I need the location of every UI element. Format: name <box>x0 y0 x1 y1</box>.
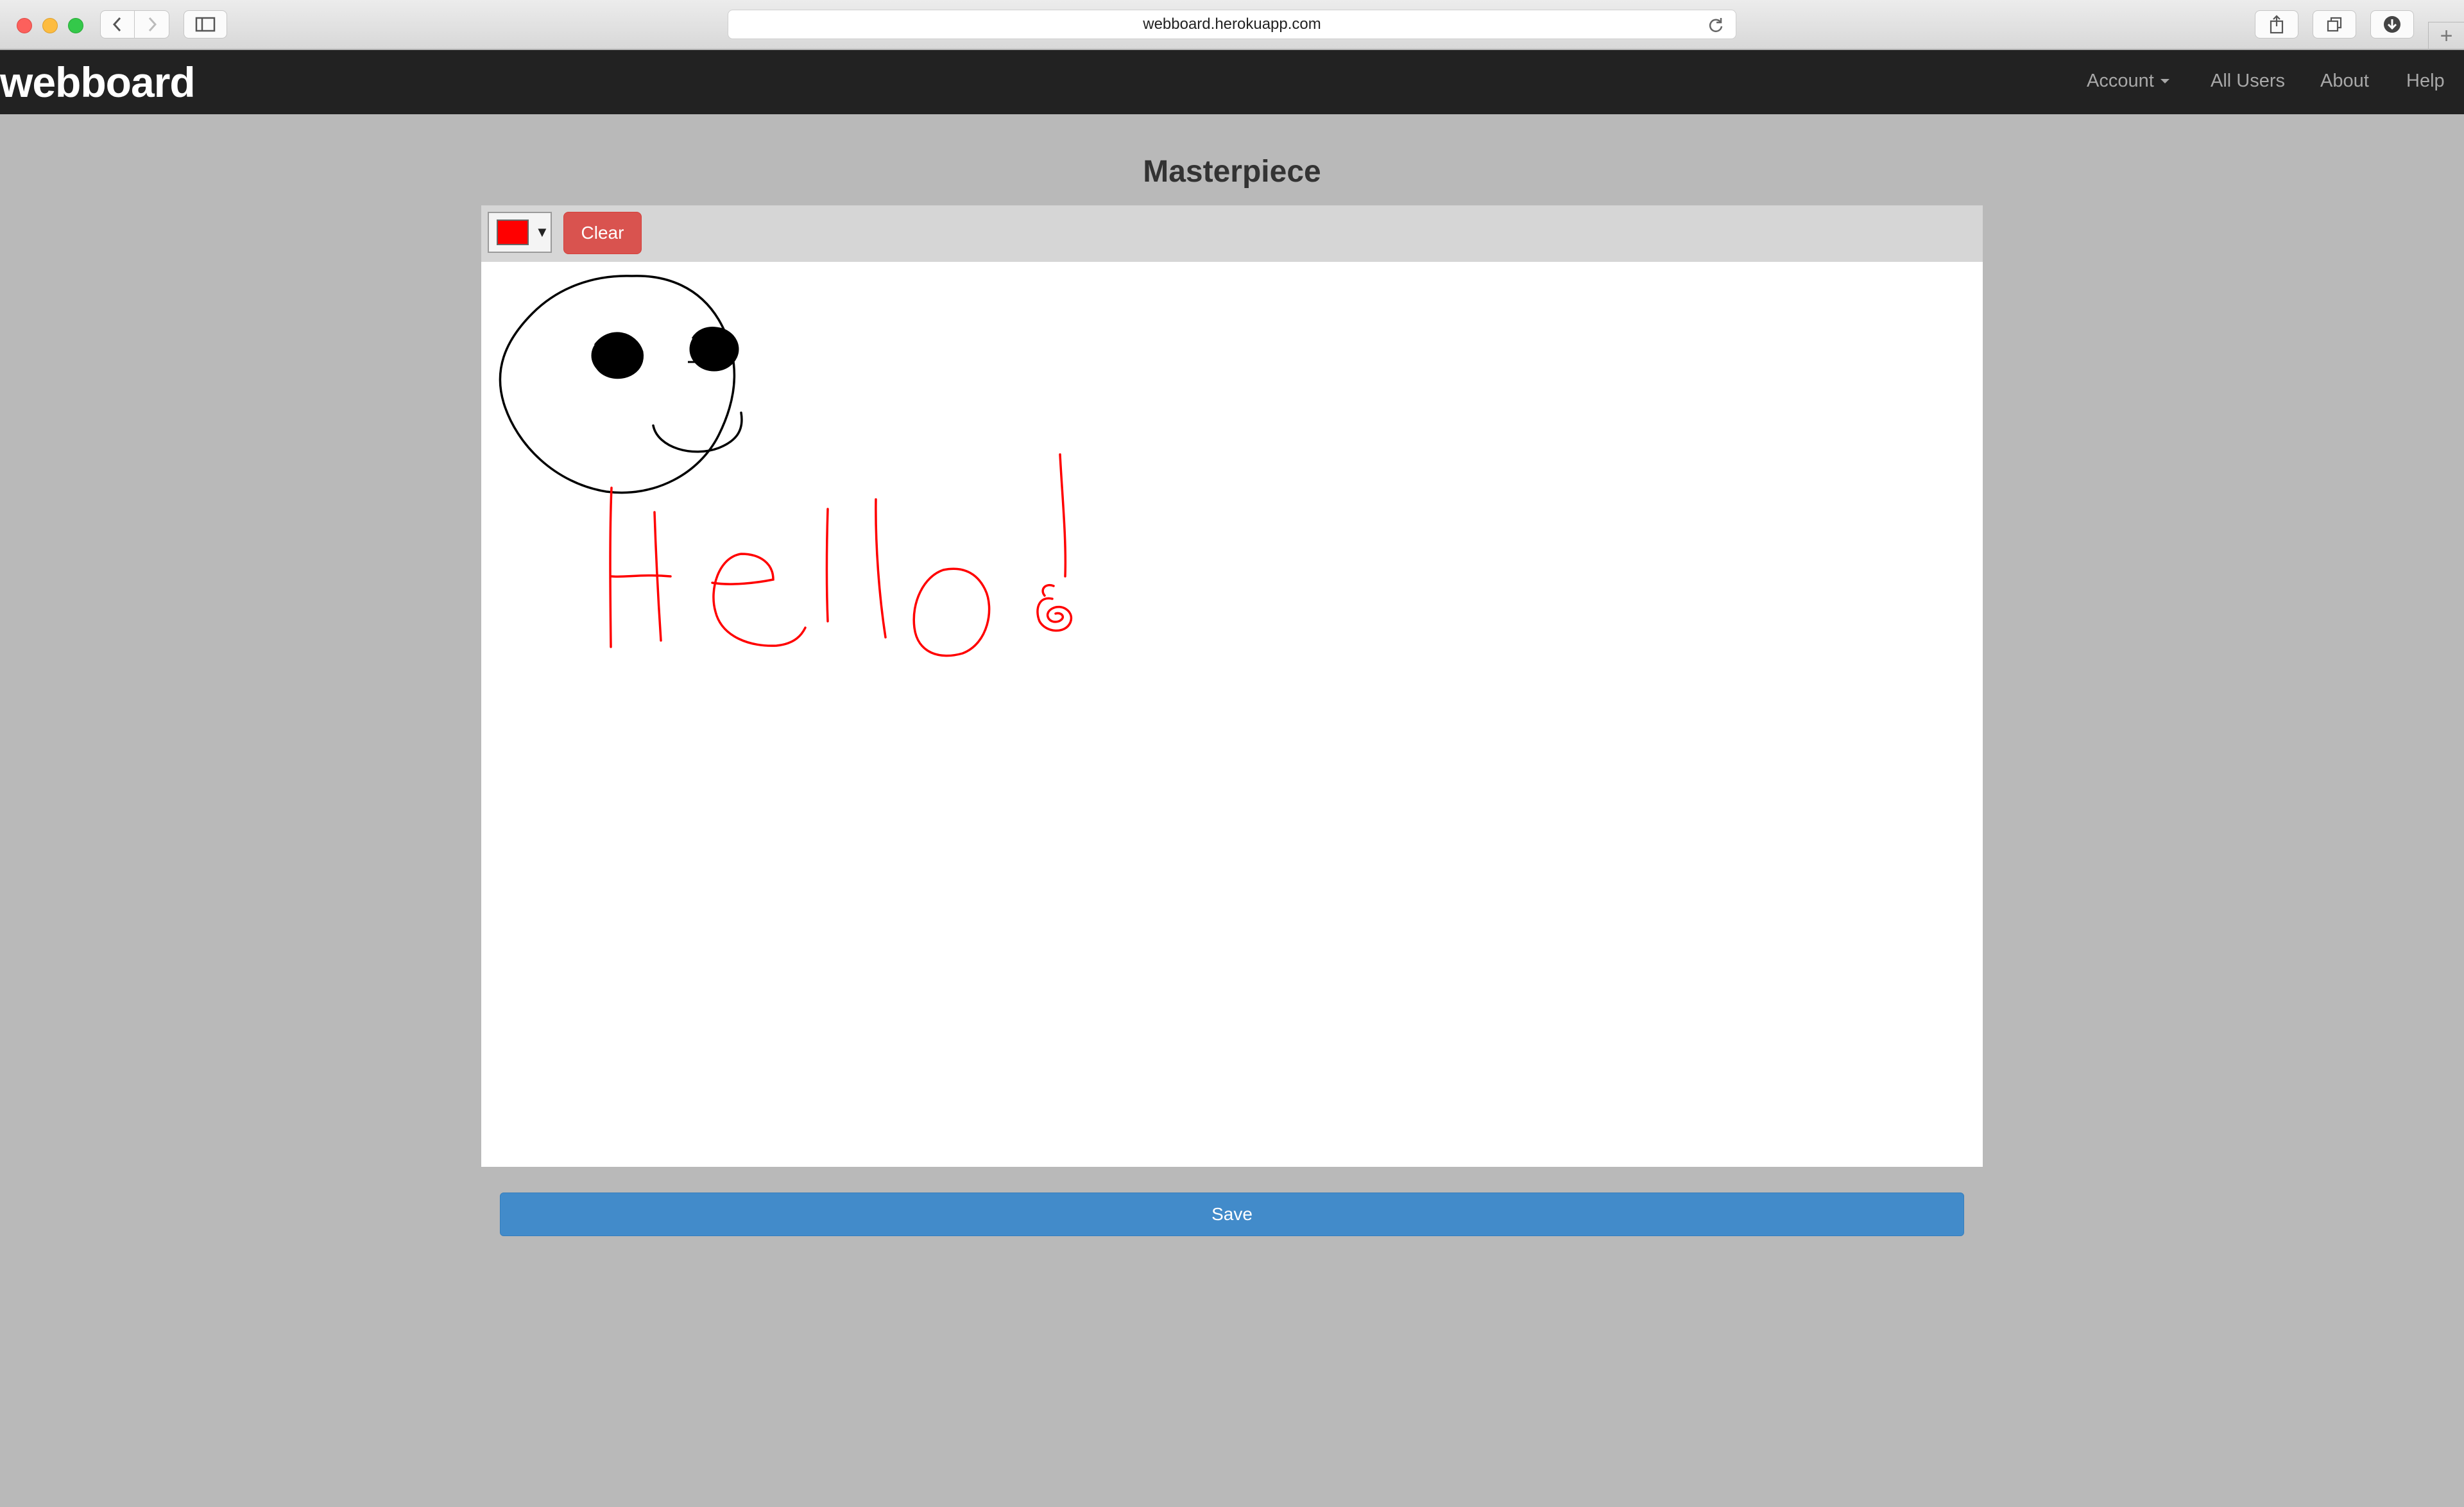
stroke-letter-o <box>912 567 991 657</box>
sidebar-icon <box>195 17 216 32</box>
stroke-letter-l1 <box>825 508 829 623</box>
browser-chrome: webboard.herokuapp.com + <box>0 0 2464 50</box>
color-swatch <box>497 220 529 245</box>
close-window-button[interactable] <box>17 18 32 33</box>
minimize-window-button[interactable] <box>42 18 58 33</box>
stroke-smile <box>652 411 743 453</box>
downloads-button[interactable] <box>2370 10 2414 39</box>
tabs-icon <box>2327 17 2342 32</box>
show-tabs-button[interactable] <box>2313 10 2356 39</box>
forward-button[interactable] <box>135 10 169 39</box>
plus-icon: + <box>2440 24 2453 48</box>
brand-logo[interactable]: webboard <box>0 58 196 107</box>
sidebar-toggle-button[interactable] <box>184 10 227 39</box>
address-bar[interactable]: webboard.herokuapp.com <box>728 10 1736 39</box>
dropdown-arrow-icon: ▼ <box>535 224 549 240</box>
app-navbar: webboard Account All Users About Help <box>0 50 2464 114</box>
stroke-letter-l2 <box>875 498 887 639</box>
save-button[interactable]: Save <box>500 1193 1964 1236</box>
share-icon <box>2270 15 2284 34</box>
caret-down-icon <box>2160 79 2169 83</box>
share-button[interactable] <box>2255 10 2298 39</box>
stroke-right-eye <box>688 327 739 372</box>
url-text: webboard.herokuapp.com <box>1143 15 1321 33</box>
reload-icon[interactable] <box>1707 17 1724 33</box>
chevron-left-icon <box>112 17 121 32</box>
clear-button[interactable]: Clear <box>563 212 642 254</box>
stroke-face-outline <box>499 275 736 494</box>
zoom-window-button[interactable] <box>68 18 83 33</box>
nav-account-dropdown[interactable]: Account <box>2087 71 2169 92</box>
nav-account-label: Account <box>2087 71 2154 91</box>
chevron-right-icon <box>148 17 157 32</box>
download-icon <box>2384 16 2400 33</box>
nav-help[interactable]: Help <box>2406 71 2445 92</box>
drawing-canvas[interactable] <box>481 262 1983 1167</box>
nav-about[interactable]: About <box>2320 71 2369 92</box>
new-tab-button[interactable]: + <box>2428 22 2464 50</box>
page-title: Masterpiece <box>1143 155 1321 189</box>
stroke-letter-h <box>609 487 672 648</box>
drawing-toolbar: ▼ Clear <box>481 205 1983 262</box>
color-picker[interactable]: ▼ <box>488 212 552 253</box>
back-button[interactable] <box>100 10 135 39</box>
stroke-letter-e <box>711 553 807 647</box>
drawing-strokes <box>499 275 1073 657</box>
nav-all-users[interactable]: All Users <box>2211 71 2285 92</box>
stroke-exclamation <box>1036 453 1073 632</box>
stroke-left-eye <box>591 332 644 379</box>
